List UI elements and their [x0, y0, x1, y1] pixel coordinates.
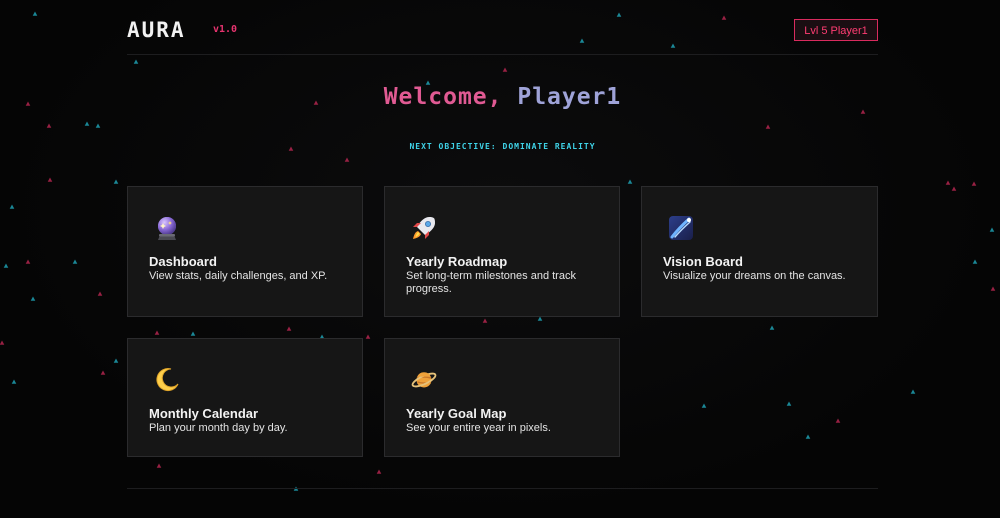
header-divider — [127, 54, 878, 55]
star-particle — [100, 370, 106, 375]
card-title: Yearly Goal Map — [406, 406, 507, 421]
card-yearly-roadmap[interactable]: Yearly Roadmap Set long-term milestones … — [384, 186, 620, 317]
footer-divider — [127, 488, 878, 489]
star-particle — [47, 177, 53, 182]
version-label: v1.0 — [213, 24, 238, 35]
card-title: Dashboard — [149, 254, 217, 269]
star-particle — [25, 101, 31, 106]
star-particle — [971, 181, 977, 186]
objective-subtitle: NEXT OBJECTIVE: DOMINATE REALITY — [409, 142, 596, 151]
star-particle — [989, 227, 995, 232]
card-monthly-calendar[interactable]: Monthly Calendar Plan your month day by … — [127, 338, 363, 457]
star-particle — [32, 11, 38, 16]
card-title: Yearly Roadmap — [406, 254, 508, 269]
card-dashboard[interactable]: Dashboard View stats, daily challenges, … — [127, 186, 363, 317]
card-title: Vision Board — [663, 254, 743, 269]
card-description: See your entire year in pixels. — [406, 422, 551, 434]
star-particle — [84, 121, 90, 126]
rocket-icon — [409, 213, 439, 243]
star-particle — [945, 180, 951, 185]
star-particle — [113, 358, 119, 363]
star-particle — [113, 179, 119, 184]
crystal-ball-icon — [152, 213, 182, 243]
star-particle — [72, 259, 78, 264]
card-description: Plan your month day by day. — [149, 422, 288, 434]
star-particle — [30, 296, 36, 301]
star-particle — [11, 379, 17, 384]
shooting-star-icon — [666, 213, 696, 243]
card-description: Visualize your dreams on the canvas. — [663, 270, 846, 282]
card-vision-board[interactable]: Vision Board Visualize your dreams on th… — [641, 186, 878, 317]
card-description: Set long-term milestones and track progr… — [406, 270, 576, 295]
crescent-moon-icon — [152, 365, 182, 395]
card-yearly-goal-map[interactable]: Yearly Goal Map See your entire year in … — [384, 338, 620, 457]
star-particle — [910, 389, 916, 394]
star-particle — [951, 186, 957, 191]
card-description: View stats, daily challenges, and XP. — [149, 270, 328, 282]
star-particle — [46, 123, 52, 128]
player-name: Player1 — [517, 84, 622, 110]
ringed-planet-icon — [409, 365, 439, 395]
top-bar: AURA v1.0 Lvl 5 Player1 — [127, 16, 878, 46]
main-container: AURA v1.0 Lvl 5 Player1 Welcome, Player1… — [127, 0, 878, 518]
app-screen: AURA v1.0 Lvl 5 Player1 Welcome, Player1… — [0, 0, 1000, 518]
star-particle — [97, 291, 103, 296]
card-title: Monthly Calendar — [149, 406, 259, 421]
app-logo[interactable]: AURA — [127, 18, 186, 42]
star-particle — [9, 204, 15, 209]
star-particle — [972, 259, 978, 264]
star-particle — [3, 263, 9, 268]
welcome-word: Welcome, — [383, 84, 503, 110]
star-particle — [25, 259, 31, 264]
star-particle — [95, 123, 101, 128]
player-level-badge[interactable]: Lvl 5 Player1 — [794, 19, 878, 41]
star-particle — [0, 340, 5, 345]
welcome-heading: Welcome, Player1 — [127, 84, 878, 110]
star-particle — [990, 286, 996, 291]
